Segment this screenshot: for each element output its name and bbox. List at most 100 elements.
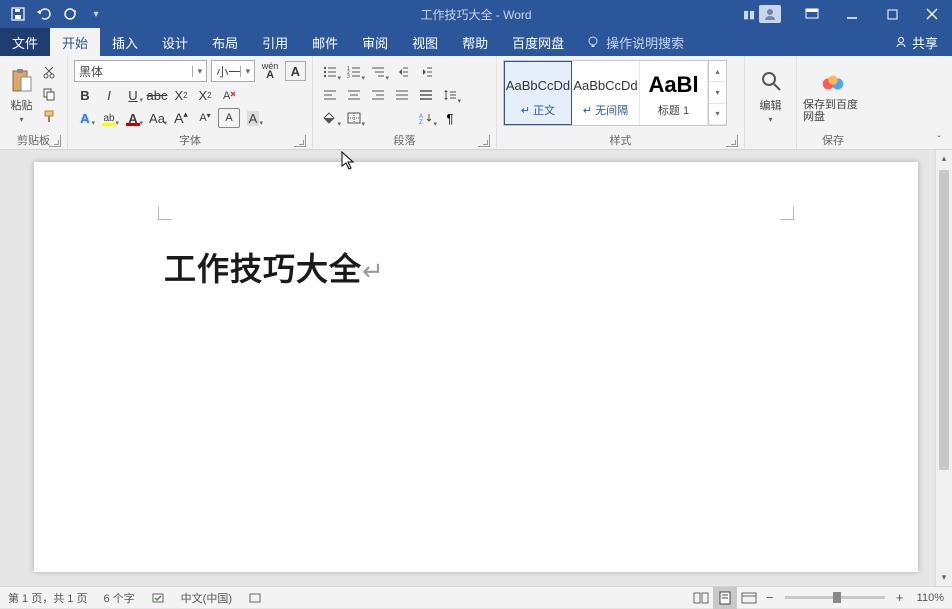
language-indicator[interactable]: 中文(中国) bbox=[173, 590, 240, 606]
text-effects-icon[interactable]: A bbox=[74, 108, 96, 128]
font-name-value: 黑体 bbox=[75, 63, 192, 80]
bold-button[interactable]: B bbox=[74, 85, 96, 105]
align-justify-icon[interactable] bbox=[391, 85, 413, 105]
grow-font-icon[interactable]: A▴ bbox=[170, 108, 192, 128]
qat-customize-icon[interactable]: ▾ bbox=[84, 2, 108, 26]
align-right-icon[interactable] bbox=[367, 85, 389, 105]
show-marks-icon[interactable]: ¶ bbox=[439, 108, 461, 128]
print-layout-icon[interactable] bbox=[713, 587, 737, 609]
font-color-icon[interactable]: A bbox=[122, 108, 144, 128]
scrollbar-thumb[interactable] bbox=[939, 170, 949, 470]
proofing-icon[interactable] bbox=[143, 591, 173, 605]
chevron-down-icon[interactable]: ▾ bbox=[240, 66, 254, 77]
document-content[interactable]: 工作技巧大全↵ bbox=[164, 244, 788, 290]
gallery-down-icon[interactable]: ▾ bbox=[709, 82, 726, 103]
read-mode-icon[interactable] bbox=[689, 587, 713, 609]
undo-icon[interactable] bbox=[32, 2, 56, 26]
multilevel-icon[interactable] bbox=[367, 62, 389, 82]
align-center-icon[interactable] bbox=[343, 85, 365, 105]
save-icon[interactable] bbox=[6, 2, 30, 26]
style-heading1[interactable]: AaBl 标题 1 bbox=[640, 61, 708, 125]
tab-baidu[interactable]: 百度网盘 bbox=[500, 28, 576, 56]
accessibility-icon[interactable] bbox=[240, 591, 270, 605]
tab-review[interactable]: 审阅 bbox=[350, 28, 400, 56]
highlight-icon[interactable]: ab bbox=[98, 108, 120, 128]
paste-button[interactable]: 粘贴 ▾ bbox=[6, 60, 37, 131]
format-painter-icon[interactable] bbox=[39, 106, 59, 126]
enclose-char-icon[interactable]: A bbox=[218, 108, 240, 128]
web-layout-icon[interactable] bbox=[737, 587, 761, 609]
borders-icon[interactable] bbox=[343, 108, 365, 128]
style-name: 标题 1 bbox=[658, 102, 689, 118]
subscript-button[interactable]: X2 bbox=[170, 85, 192, 105]
font-name-combo[interactable]: 黑体▾ bbox=[74, 60, 207, 82]
zoom-slider-thumb[interactable] bbox=[833, 592, 841, 603]
close-icon[interactable] bbox=[912, 0, 952, 28]
editing-button[interactable]: 编辑 ▾ bbox=[751, 60, 790, 131]
save-baidu-label: 保存到百度网盘 bbox=[803, 99, 863, 123]
tab-layout[interactable]: 布局 bbox=[200, 28, 250, 56]
copy-icon[interactable] bbox=[39, 84, 59, 104]
font-size-combo[interactable]: 小一▾ bbox=[211, 60, 255, 82]
tell-me[interactable]: 操作说明搜索 bbox=[576, 28, 694, 56]
shrink-font-icon[interactable]: A▾ bbox=[194, 108, 216, 128]
tab-help[interactable]: 帮助 bbox=[450, 28, 500, 56]
clipboard-launcher[interactable] bbox=[49, 135, 61, 147]
decrease-indent-icon[interactable] bbox=[391, 62, 413, 82]
page[interactable]: 工作技巧大全↵ bbox=[34, 162, 918, 572]
zoom-slider[interactable] bbox=[785, 596, 885, 599]
style-nospacing[interactable]: AaBbCcDd ↵ 无间隔 bbox=[572, 61, 640, 125]
share-button[interactable]: 共享 bbox=[880, 28, 952, 56]
maximize-icon[interactable] bbox=[872, 0, 912, 28]
scroll-up-icon[interactable]: ▴ bbox=[936, 150, 952, 167]
char-case-icon[interactable]: A bbox=[242, 108, 264, 128]
gallery-up-icon[interactable]: ▴ bbox=[709, 61, 726, 82]
word-count[interactable]: 6 个字 bbox=[95, 590, 142, 606]
style-name: ↵ 正文 bbox=[521, 102, 555, 118]
shading-icon[interactable] bbox=[319, 108, 341, 128]
lightbulb-icon bbox=[586, 35, 600, 49]
tab-references[interactable]: 引用 bbox=[250, 28, 300, 56]
align-distribute-icon[interactable] bbox=[415, 85, 437, 105]
save-to-baidu-button[interactable]: 保存到百度网盘 bbox=[803, 60, 863, 131]
bullets-icon[interactable] bbox=[319, 62, 341, 82]
paragraph-launcher[interactable] bbox=[478, 135, 490, 147]
align-left-icon[interactable] bbox=[319, 85, 341, 105]
clear-format-icon[interactable]: A bbox=[218, 85, 240, 105]
line-spacing-icon[interactable] bbox=[439, 85, 461, 105]
account-icon[interactable]: ▮▮ bbox=[732, 0, 792, 28]
font-launcher[interactable] bbox=[294, 135, 306, 147]
increase-indent-icon[interactable] bbox=[415, 62, 437, 82]
zoom-out-button[interactable]: − bbox=[761, 590, 779, 605]
collapse-ribbon-icon[interactable]: ˇ bbox=[930, 133, 948, 147]
tab-view[interactable]: 视图 bbox=[400, 28, 450, 56]
tab-mailings[interactable]: 邮件 bbox=[300, 28, 350, 56]
sort-icon-small[interactable] bbox=[463, 85, 479, 105]
sort-icon[interactable]: AZ bbox=[415, 108, 437, 128]
minimize-icon[interactable] bbox=[832, 0, 872, 28]
italic-button[interactable]: I bbox=[98, 85, 120, 105]
underline-button[interactable]: U bbox=[122, 85, 144, 105]
char-shading-icon[interactable]: Aa bbox=[146, 108, 168, 128]
cut-icon[interactable] bbox=[39, 62, 59, 82]
tab-design[interactable]: 设计 bbox=[150, 28, 200, 56]
numbering-icon[interactable]: 123 bbox=[343, 62, 365, 82]
strikethrough-button[interactable]: abc bbox=[146, 85, 168, 105]
ribbon-options-icon[interactable] bbox=[792, 0, 832, 28]
scroll-down-icon[interactable]: ▾ bbox=[936, 569, 952, 586]
chevron-down-icon[interactable]: ▾ bbox=[192, 66, 206, 77]
tab-file[interactable]: 文件 bbox=[0, 28, 50, 56]
page-indicator[interactable]: 第 1 页，共 1 页 bbox=[0, 590, 95, 606]
style-normal[interactable]: AaBbCcDd ↵ 正文 bbox=[504, 61, 572, 125]
phonetic-guide-icon[interactable]: wénA bbox=[259, 61, 280, 81]
redo-icon[interactable] bbox=[58, 2, 82, 26]
zoom-value[interactable]: 110% bbox=[909, 592, 952, 604]
tab-home[interactable]: 开始 bbox=[50, 28, 100, 56]
superscript-button[interactable]: X2 bbox=[194, 85, 216, 105]
zoom-in-button[interactable]: + bbox=[891, 590, 909, 605]
gallery-more-icon[interactable]: ▾ bbox=[709, 104, 726, 125]
styles-launcher[interactable] bbox=[726, 135, 738, 147]
tab-insert[interactable]: 插入 bbox=[100, 28, 150, 56]
char-border-icon[interactable]: A bbox=[285, 61, 306, 81]
vertical-scrollbar[interactable]: ▴ ▾ bbox=[935, 150, 952, 586]
